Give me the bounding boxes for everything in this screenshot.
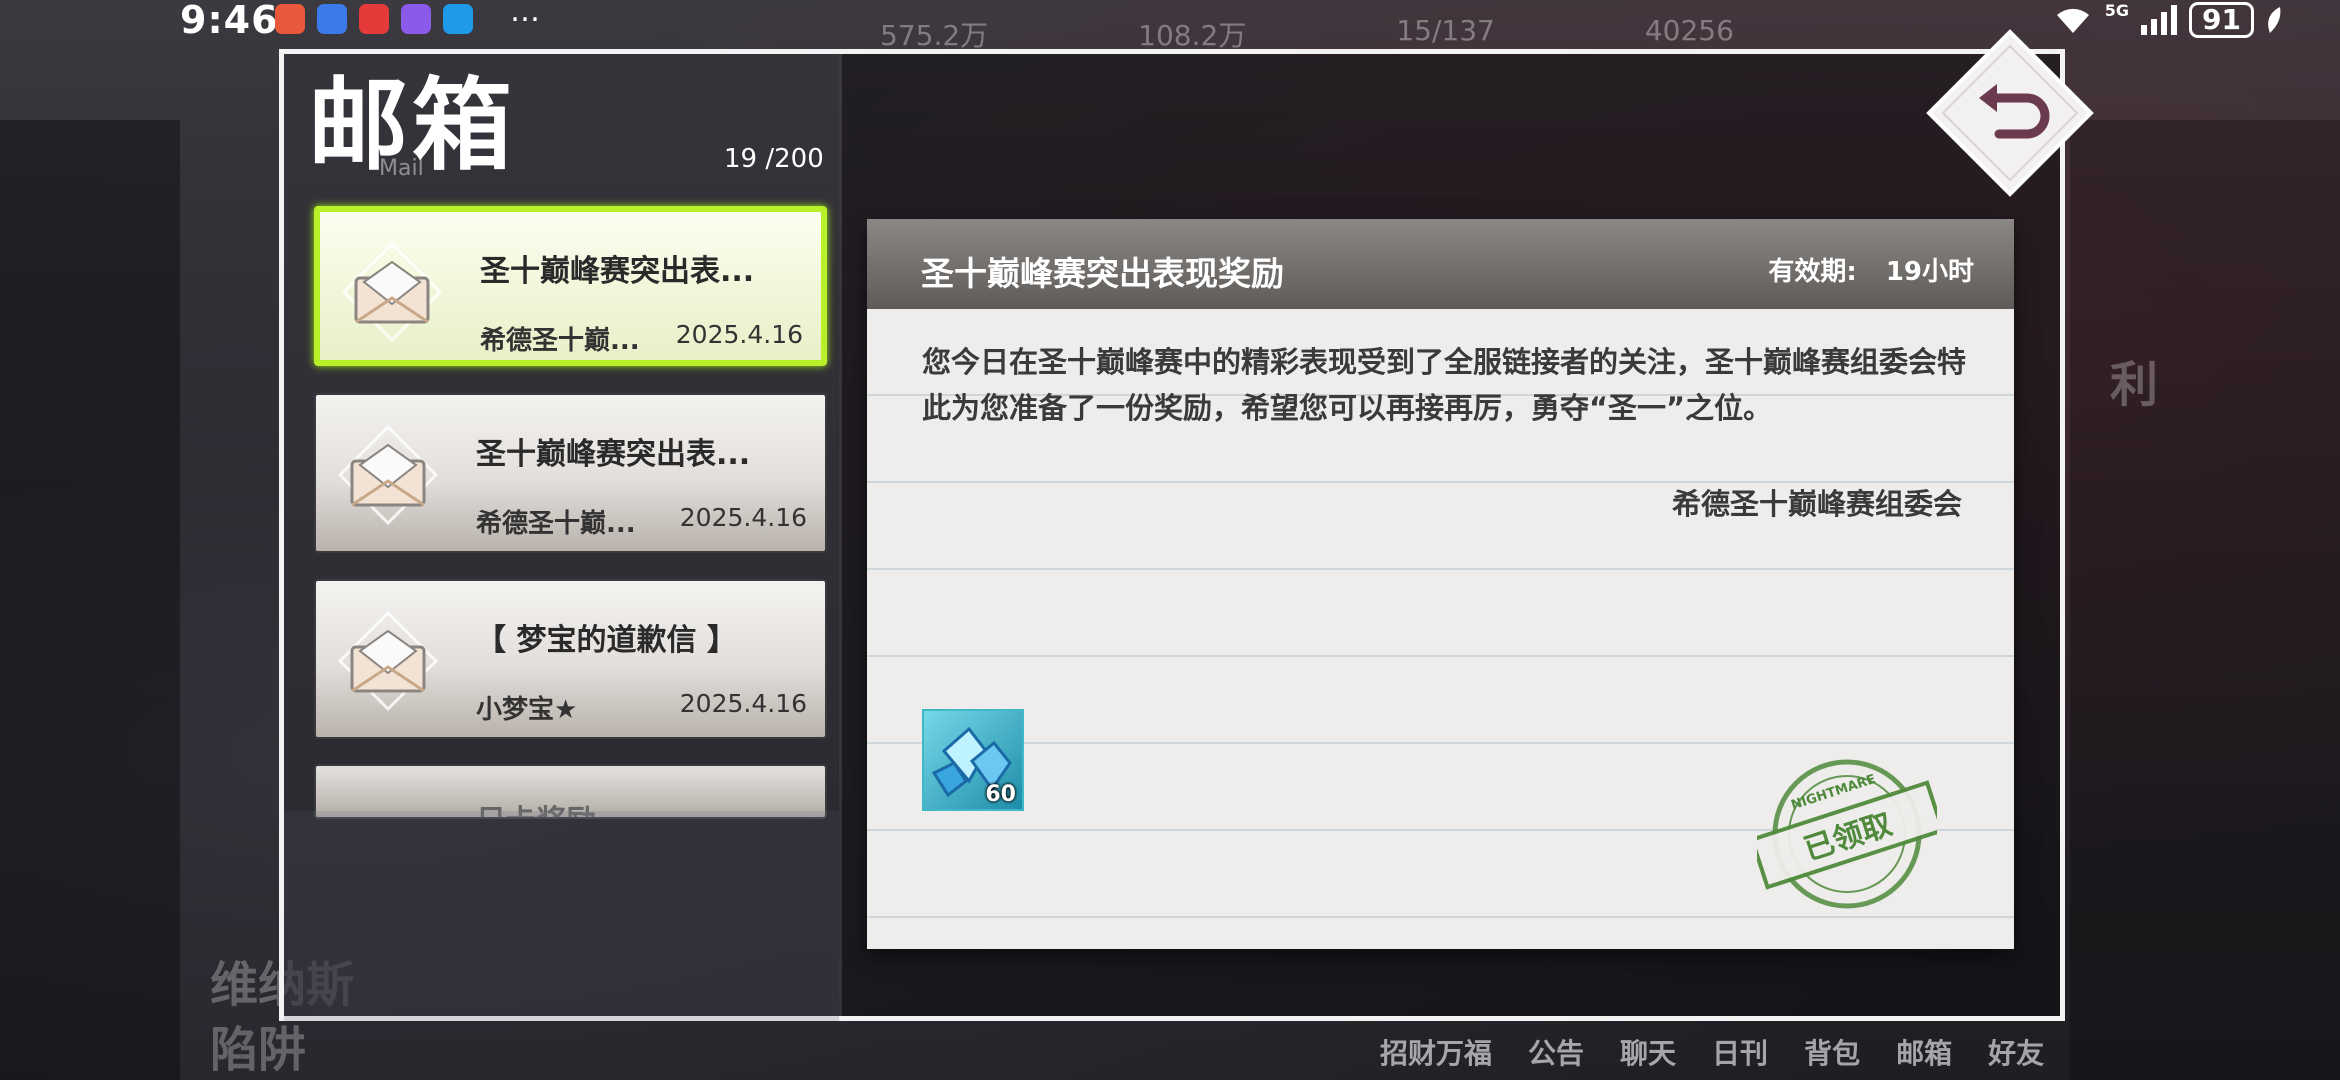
notification-icons (275, 4, 473, 34)
cloud-notification-icon (443, 4, 473, 34)
attachment-quantity: 60 (985, 782, 1016, 807)
mail-item[interactable]: 【 梦宝的道歉信 】 小梦宝★ 2025.4.16 (314, 579, 827, 739)
mail-item-date: 2025.4.16 (679, 689, 807, 718)
mail-item-selected[interactable]: 圣十巅峰赛突出表... 希德圣十巅... 2025.4.16 (314, 206, 827, 366)
mail-count: 19 /200 (724, 144, 824, 174)
charging-leaf-icon (2268, 7, 2281, 33)
mail-item-title: 圣十巅峰赛突出表... (480, 254, 755, 289)
mail-notification-icon (359, 4, 389, 34)
battery-indicator: 91 (2189, 2, 2254, 38)
mail-detail-header: 圣十巅峰赛突出表现奖励 有效期: 19小时 (867, 219, 2014, 309)
nav-notice: 公告 (1528, 1037, 1585, 1070)
nav-daily: 日刊 (1712, 1037, 1769, 1070)
validity-label: 有效期: (1768, 257, 1857, 287)
nav-fortune: 招财万福 (1380, 1037, 1493, 1070)
mail-list-column: 邮箱 Mail 19 /200 圣十巅峰赛突出表... 希德圣十巅... 202… (284, 54, 839, 819)
mail-item-sender: 小梦宝★ (476, 695, 578, 725)
app-notification-icon (275, 4, 305, 34)
attachment-item[interactable]: 60 (922, 709, 1024, 811)
validity-value: 19小时 (1885, 257, 1974, 287)
claimed-stamp: 已领取 NIGHTMARE (1757, 759, 1937, 909)
mail-item-title: 圣十巅峰赛突出表... (476, 437, 751, 472)
mail-body-text: 您今日在圣十巅峰赛中的精彩表现受到了全服链接者的关注，圣十巅峰赛组委会特此为您准… (922, 345, 1967, 425)
background-bottom-nav: 招财万福 公告 聊天 日刊 背包 邮箱 好友 (1380, 1032, 2044, 1072)
mail-detail-card: 圣十巅峰赛突出表现奖励 有效期: 19小时 您今日在圣十巅峰赛中的精彩表现受到了… (867, 219, 2014, 949)
browser-notification-icon (317, 4, 347, 34)
mail-item[interactable]: 圣十巅峰赛突出表... 希德圣十巅... 2025.4.16 (314, 393, 827, 553)
nav-bag: 背包 (1804, 1037, 1861, 1070)
page-subtitle: Mail (379, 156, 424, 181)
back-button[interactable] (1925, 28, 2095, 198)
background-side-label: 利 (2110, 357, 2159, 413)
mail-list-overflow-area (284, 811, 839, 1021)
mail-signature: 希德圣十巅峰赛组委会 (1671, 487, 1962, 521)
mail-detail-title: 圣十巅峰赛突出表现奖励 (921, 254, 1284, 293)
mail-validity: 有效期: 19小时 (1768, 251, 1974, 288)
mail-item-title: 【 梦宝的道歉信 】 (476, 623, 737, 658)
mail-item-sender: 希德圣十巅... (476, 509, 636, 539)
envelope-icon (342, 242, 442, 342)
mail-item-date: 2025.4.16 (679, 503, 807, 532)
mail-item-sender: 希德圣十巅... (480, 326, 640, 356)
envelope-icon (338, 611, 438, 711)
nav-mail: 邮箱 (1896, 1037, 1953, 1070)
column-divider (839, 54, 842, 1016)
more-notifications-icon: … (510, 0, 540, 29)
background-left-shade (0, 120, 180, 1080)
status-time: 9:46 (180, 0, 279, 42)
music-notification-icon (401, 4, 431, 34)
background-right-shade (2070, 120, 2340, 1080)
nav-friends: 好友 (1988, 1037, 2045, 1070)
envelope-icon (338, 425, 438, 525)
signal-icon (2141, 5, 2178, 35)
nav-chat: 聊天 (1620, 1037, 1677, 1070)
mailbox-panel: 邮箱 Mail 19 /200 圣十巅峰赛突出表... 希德圣十巅... 202… (279, 49, 2065, 1021)
mail-item-date: 2025.4.16 (675, 320, 803, 349)
